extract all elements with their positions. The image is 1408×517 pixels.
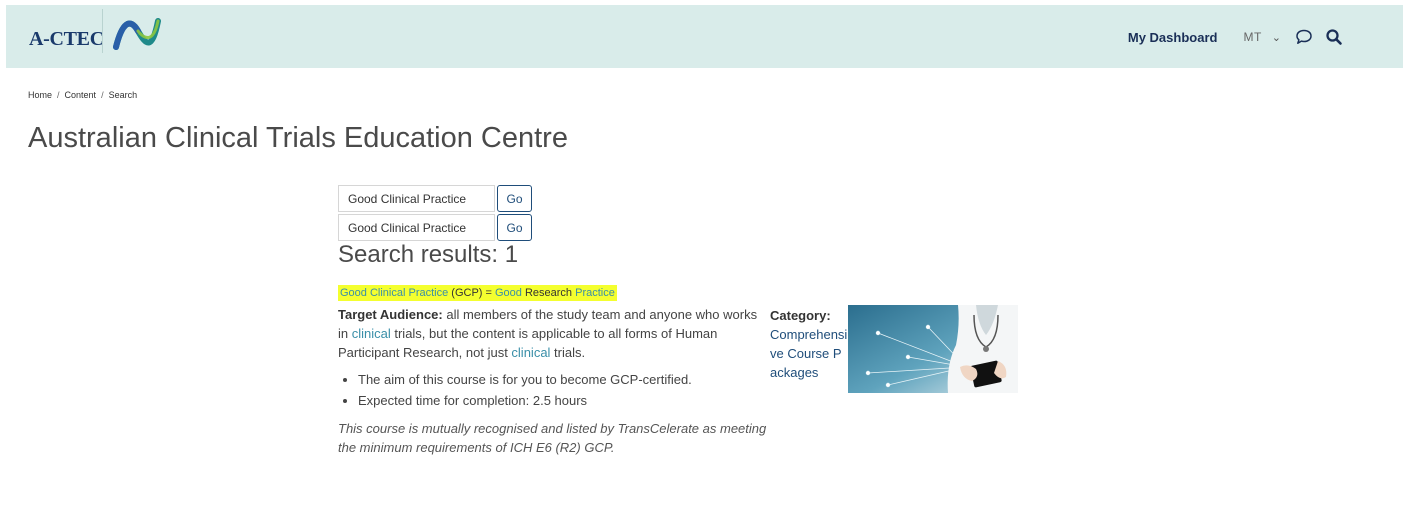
page-title: Australian Clinical Trials Education Cen… — [28, 122, 568, 154]
breadcrumb-search: Search — [108, 90, 138, 100]
keyword-highlight: clinical — [511, 345, 551, 360]
chat-bubble-icon[interactable] — [1295, 28, 1313, 46]
list-item: Expected time for completion: 2.5 hours — [358, 391, 768, 410]
search-input[interactable] — [338, 214, 495, 241]
site-logo[interactable]: A-CTEC — [29, 18, 162, 55]
result-title-keyword: Good — [494, 287, 522, 299]
nav-right: My Dashboard MT ⌄ — [1128, 28, 1355, 46]
breadcrumb-content[interactable]: Content — [65, 90, 97, 100]
brand-name: A-CTEC — [29, 27, 104, 50]
result-description: Target Audience: all members of the stud… — [338, 305, 768, 457]
search-input[interactable] — [338, 185, 495, 212]
result-title-text: Research — [521, 287, 576, 299]
list-item: The aim of this course is for you to bec… — [358, 370, 768, 389]
keyword-highlight: clinical — [351, 326, 391, 341]
chevron-down-icon[interactable]: ⌄ — [1272, 31, 1281, 44]
breadcrumb-home[interactable]: Home — [28, 90, 52, 100]
target-audience-label: Target Audience: — [338, 307, 443, 322]
result-title-link[interactable]: Good Clinical Practice (GCP) = Good Rese… — [338, 285, 617, 301]
logo-divider — [102, 9, 103, 53]
search-icon[interactable] — [1325, 28, 1343, 46]
search-results-heading: Search results: 1 — [338, 241, 519, 268]
breadcrumb-separator: / — [57, 90, 60, 100]
category-link[interactable]: Comprehensive Course Packages — [770, 325, 848, 382]
go-button[interactable]: Go — [497, 185, 532, 212]
category-label: Category: — [770, 308, 831, 323]
my-dashboard-link[interactable]: My Dashboard — [1128, 30, 1218, 45]
result-title-text: (GCP) = — [448, 287, 495, 299]
top-navbar: A-CTEC My Dashboard MT ⌄ — [6, 5, 1403, 68]
result-category: Category: Comprehensive Course Packages — [770, 306, 848, 382]
go-button[interactable]: Go — [497, 214, 532, 241]
brand-wave-icon — [112, 18, 161, 50]
result-title-keyword: Practice — [575, 287, 615, 299]
target-audience: Target Audience: all members of the stud… — [338, 305, 768, 362]
search-form: Go — [338, 214, 532, 241]
course-details-list: The aim of this course is for you to bec… — [338, 370, 768, 410]
user-avatar[interactable]: MT — [1243, 30, 1261, 44]
target-audience-text: trials. — [550, 345, 586, 360]
breadcrumb: Home / Content / Search — [28, 90, 137, 100]
result-title-keyword: Good Clinical Practice — [340, 287, 449, 299]
breadcrumb-separator: / — [101, 90, 104, 100]
recognition-note: This course is mutually recognised and l… — [338, 421, 767, 455]
search-form: Go — [338, 185, 532, 212]
course-thumbnail-image[interactable] — [848, 305, 1018, 393]
